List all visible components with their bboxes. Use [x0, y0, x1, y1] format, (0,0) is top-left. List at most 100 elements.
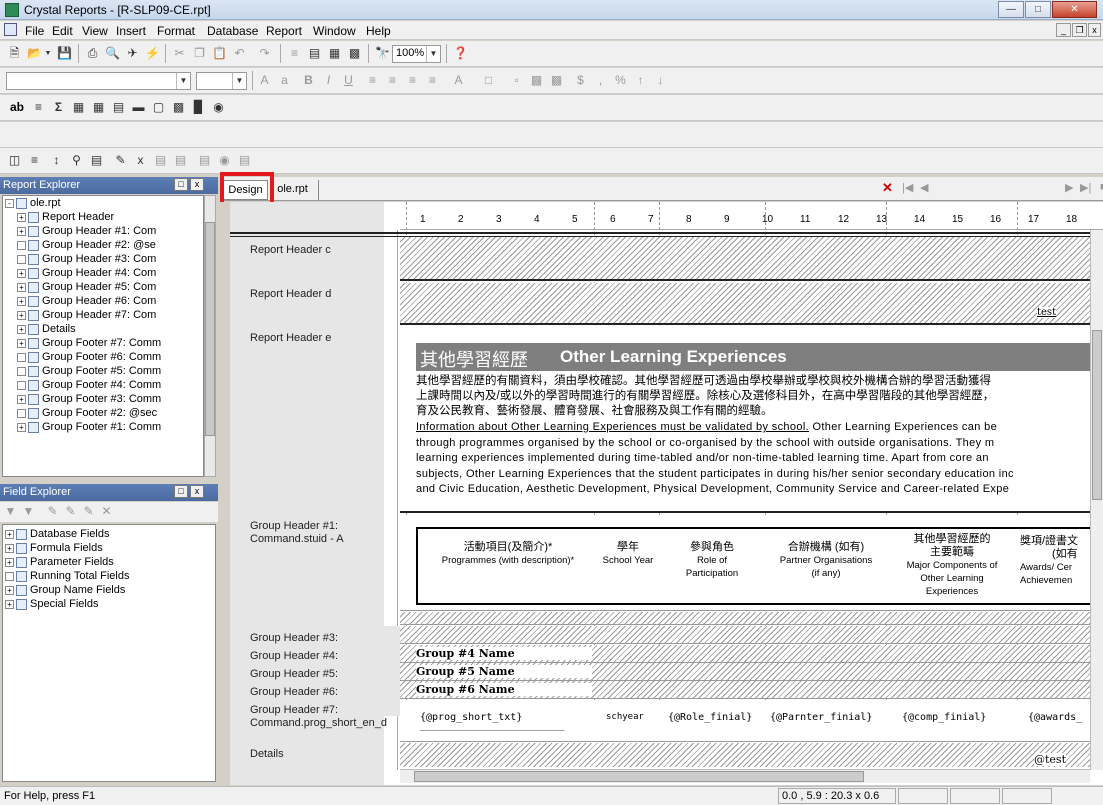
insert-text-object-icon[interactable]: ab	[6, 99, 28, 116]
insert-line-icon[interactable]: ▬	[130, 99, 147, 116]
report-tree-item[interactable]: Group Header #2: @se	[3, 238, 203, 252]
thousands-icon[interactable]: ,	[592, 72, 609, 89]
insert-box-icon[interactable]: ▢	[150, 99, 167, 116]
increase-decimals-icon[interactable]: ↑	[632, 72, 649, 89]
new-field-icon[interactable]: ✎	[44, 503, 61, 520]
report-explorer-scrollbar[interactable]	[204, 195, 216, 477]
report-tree-item[interactable]: Group Footer #5: Comm	[3, 364, 203, 378]
details-test-field[interactable]: @test	[1034, 753, 1066, 766]
first-page-icon[interactable]: |◀	[902, 181, 913, 194]
insert-picture-icon[interactable]: ▩	[170, 99, 187, 116]
mdi-close-button[interactable]: x	[1088, 23, 1101, 37]
report-tree-item[interactable]: + Group Header #1: Com	[3, 224, 203, 238]
next-page-icon[interactable]: ▶	[1065, 181, 1073, 194]
menu-format[interactable]: Format	[157, 24, 195, 38]
insert-summary-icon[interactable]: Σ	[50, 99, 67, 116]
dock-button[interactable]: □	[174, 178, 188, 191]
refresh-icon[interactable]: ⚡	[144, 45, 161, 62]
menu-report[interactable]: Report	[266, 24, 302, 38]
field-tree-item[interactable]: Running Total Fields	[3, 569, 215, 583]
ole-description-zh[interactable]: 其他學習經歷的有關資料，須由學校確認。其他學習經歷可透過由學校舉辦或學校與校外機…	[416, 374, 1090, 419]
col-header-partner[interactable]: 合辦機構 (如有) Partner Organisations (if any)	[767, 541, 885, 580]
border-icon[interactable]: □	[480, 72, 497, 89]
report-tree-item[interactable]: + Group Footer #1: Comm	[3, 420, 203, 434]
report-tree-item[interactable]: + Group Footer #7: Comm	[3, 336, 203, 350]
vertical-scrollbar[interactable]	[1090, 230, 1103, 770]
group-4-name-field[interactable]: Group #4 Name	[416, 647, 592, 660]
insert-to-report-icon[interactable]: ▼	[2, 503, 19, 520]
section-group-header-4[interactable]: Group Header #4:	[250, 650, 338, 662]
field-tree-item[interactable]: + Special Fields	[3, 597, 215, 611]
insert-crosstab-icon[interactable]: ▦	[70, 99, 87, 116]
percent-icon[interactable]: %	[612, 72, 629, 89]
field-tree-item[interactable]: + Formula Fields	[3, 541, 215, 555]
insert-map-icon[interactable]: ◉	[210, 99, 227, 116]
paste-icon[interactable]: 📋	[211, 45, 228, 62]
report-tree-item[interactable]: + Report Header	[3, 210, 203, 224]
close-tab-icon[interactable]: ✕	[882, 180, 893, 196]
section-details[interactable]: Details	[250, 748, 284, 760]
prev-page-icon[interactable]: ◀	[920, 181, 928, 194]
database-expert-icon[interactable]: ◫	[6, 152, 23, 169]
role-finial-field[interactable]: {@Role_finial}	[668, 712, 752, 723]
chevron-down-icon[interactable]: ▼	[43, 45, 53, 62]
repository-icon[interactable]: ▤	[196, 152, 213, 169]
report-explorer-icon[interactable]: ▩	[346, 45, 363, 62]
report-tree-item[interactable]: + Group Header #5: Com	[3, 280, 203, 294]
menu-window[interactable]: Window	[313, 24, 356, 38]
field-tree-item[interactable]: + Parameter Fields	[3, 555, 215, 569]
report-tree-item[interactable]: Group Footer #2: @sec	[3, 406, 203, 420]
schyear-field[interactable]: schyear	[606, 712, 644, 722]
currency-icon[interactable]: $	[572, 72, 589, 89]
copy-icon[interactable]: ❐	[191, 45, 208, 62]
report-tree-item[interactable]: Group Footer #4: Comm	[3, 378, 203, 392]
section-group-header-7[interactable]: Group Header #7: Command.prog_short_en_d	[250, 704, 387, 730]
font-color-icon[interactable]: A	[450, 72, 467, 89]
italic-icon[interactable]: I	[320, 72, 337, 89]
menu-database[interactable]: Database	[207, 24, 258, 38]
lock-format-icon[interactable]: ▩	[528, 72, 545, 89]
close-button[interactable]: ✕	[1052, 1, 1097, 18]
insert-group-icon[interactable]: ≡	[30, 99, 47, 116]
open-icon[interactable]: 📂	[26, 45, 43, 62]
underline-icon[interactable]: U	[340, 72, 357, 89]
decrease-decimals-icon[interactable]: ↓	[652, 72, 669, 89]
ole-title-bar[interactable]: 其他學習經歷 Other Learning Experiences	[416, 343, 1090, 371]
insert-chart-icon[interactable]: ▉	[190, 99, 207, 116]
col-header-role[interactable]: 參與角色 Role of Participation	[662, 541, 762, 580]
menu-file[interactable]: File	[25, 24, 44, 38]
col-header-major-components[interactable]: 其他學習經歷的 主要範疇 Major Components of Other Lear…	[888, 533, 1016, 598]
font-shrink-icon[interactable]: a	[276, 72, 293, 89]
dock-button[interactable]: □	[174, 485, 188, 498]
insert-subreport-icon[interactable]: ▤	[110, 99, 127, 116]
select-expert-icon[interactable]: ⚲	[68, 152, 85, 169]
section-report-header-c[interactable]: Report Header c	[250, 244, 331, 256]
ole-description-en[interactable]: Information about Other Learning Experie…	[416, 420, 1090, 498]
cut-icon[interactable]: ✂	[171, 45, 188, 62]
redo-icon[interactable]: ↷	[256, 45, 273, 62]
report-tree-item[interactable]: Group Header #3: Com	[3, 252, 203, 266]
record-sort-expert-icon[interactable]: ↕	[48, 152, 65, 169]
edit-field-icon[interactable]: ✎	[62, 503, 79, 520]
new-icon[interactable]: 🗎	[6, 45, 23, 62]
report-tree-item[interactable]: + Group Footer #3: Comm	[3, 392, 203, 406]
print-icon[interactable]: ⎙	[84, 45, 101, 62]
section-report-header-e[interactable]: Report Header e	[250, 332, 331, 344]
section-report-header-d[interactable]: Report Header d	[250, 288, 331, 300]
delete-icon[interactable]: ✕	[98, 503, 115, 520]
horizontal-scrollbar[interactable]	[400, 769, 1090, 783]
bold-icon[interactable]: B	[300, 72, 317, 89]
mdi-restore-button[interactable]: ❐	[1072, 23, 1087, 37]
section-expert-icon[interactable]: ▤	[88, 152, 105, 169]
insert-olap-icon[interactable]: ▦	[90, 99, 107, 116]
field-explorer-icon[interactable]: ▦	[326, 45, 343, 62]
col-header-programmes[interactable]: 活動項目(及簡介)* Programmes (with description)*	[418, 541, 598, 567]
minimize-button[interactable]: —	[998, 1, 1024, 18]
maximize-button[interactable]: □	[1025, 1, 1051, 18]
suppress-icon[interactable]: ▫	[508, 72, 525, 89]
section-group-header-6[interactable]: Group Header #6:	[250, 686, 338, 698]
section-group-header-3[interactable]: Group Header #3:	[250, 632, 338, 644]
formula-icon[interactable]: x	[132, 152, 149, 169]
section-group-header-5[interactable]: Group Header #5:	[250, 668, 338, 680]
help-pointer-icon[interactable]: ❓	[452, 45, 469, 62]
